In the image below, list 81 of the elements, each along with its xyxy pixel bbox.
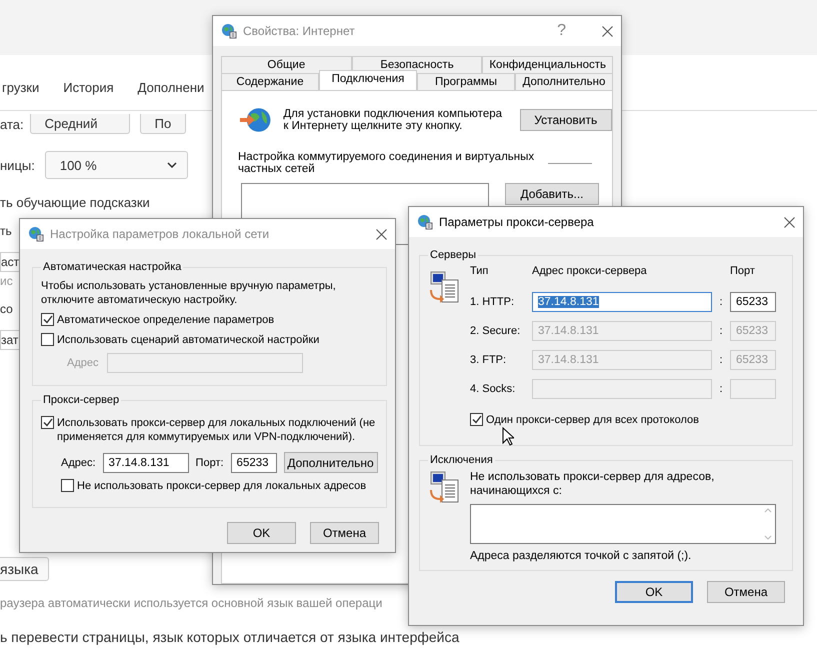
- setting-label: ата:: [0, 116, 24, 132]
- checkbox-label: Использовать прокси-сервер для локальных подключений (не применяется для коммутируемых или VPN-подключений).: [57, 416, 376, 444]
- separator-text: :: [718, 325, 724, 337]
- window-title: Свойства: Интернет: [243, 24, 356, 38]
- tab[interactable]: Безопасность: [352, 56, 482, 73]
- separator-text: :: [718, 296, 724, 308]
- group-title: Автоматическая настройка: [42, 261, 182, 273]
- help-button[interactable]: ?: [551, 22, 572, 40]
- internet-icon: [221, 23, 237, 39]
- ok-button[interactable]: OK: [227, 522, 296, 544]
- language-note: раузера автоматически используется основной язык вашей операци: [0, 596, 382, 610]
- close-icon[interactable]: [602, 26, 613, 36]
- zoom-dropdown[interactable]: 100 %: [44, 151, 188, 179]
- add-button[interactable]: Добавить...: [505, 183, 599, 205]
- port-field[interactable]: 65233: [730, 292, 776, 312]
- checkbox[interactable]: [470, 413, 483, 426]
- tab[interactable]: Содержание: [221, 73, 319, 90]
- tab[interactable]: Конфиденциальность: [482, 56, 614, 73]
- proxy-address-field[interactable]: 37.14.8.131: [532, 292, 712, 312]
- checkbox-label: Автоматическое определение параметров: [57, 313, 274, 327]
- advanced-button[interactable]: Дополнительно: [284, 452, 378, 473]
- tab[interactable]: Программы: [417, 73, 515, 90]
- setting-text: со: [0, 302, 14, 316]
- close-icon[interactable]: [784, 216, 795, 228]
- setup-button[interactable]: Установить: [520, 109, 612, 131]
- tab[interactable]: Дополнительно: [515, 73, 613, 90]
- field-label: Адрес:: [61, 456, 96, 468]
- ok-button[interactable]: OK: [615, 581, 693, 603]
- checkbox-label: Использовать сценарий автоматической настройки: [57, 333, 320, 347]
- mouse-pointer-icon: [502, 427, 514, 446]
- group-title: Исключения: [429, 454, 494, 466]
- option-label: ть обучающие подсказки: [0, 195, 151, 210]
- font-size-button[interactable]: Средний: [30, 114, 130, 134]
- protocol-label: 4. Socks:: [470, 383, 516, 395]
- address-field[interactable]: 37.14.8.131: [102, 452, 189, 472]
- close-icon[interactable]: [376, 228, 387, 240]
- tab[interactable]: Общие: [221, 56, 352, 73]
- window-title: Настройка параметров локальной сети: [50, 227, 270, 241]
- separator-text: :: [718, 354, 724, 366]
- field-label: Адрес: [67, 357, 98, 369]
- protocol-label: 3. FTP:: [470, 354, 508, 366]
- settings-tab[interactable]: Дополнени: [138, 80, 204, 110]
- column-header: Тип: [470, 265, 490, 279]
- field-label: Порт:: [196, 456, 224, 468]
- settings-tab[interactable]: грузки: [2, 80, 40, 110]
- network-icon: [28, 226, 44, 242]
- font-button[interactable]: По: [140, 114, 186, 134]
- window-title: Параметры прокси-сервера: [439, 215, 595, 229]
- setup-text: Для установки подключения компьютера к Интернету щелкните эту кнопку.: [283, 108, 504, 132]
- cancel-button[interactable]: Отмена: [707, 581, 785, 603]
- group-note: Чтобы использовать установленные вручную параметры, отключите автоматическую настройку.: [41, 279, 337, 307]
- port-field[interactable]: [730, 379, 776, 399]
- script-address-field[interactable]: [106, 353, 302, 373]
- separator-text: :: [718, 383, 724, 395]
- column-header: Адрес прокси-сервера: [532, 265, 648, 279]
- checkbox[interactable]: [41, 416, 54, 429]
- vpn-label: Настройка коммутируемого соединения и виртуальных частных сетей: [238, 151, 536, 175]
- language-button[interactable]: языка: [0, 557, 50, 581]
- protocol-label: 2. Secure:: [470, 325, 522, 337]
- port-field[interactable]: 65233: [230, 452, 277, 472]
- group-title: Прокси-сервер: [42, 394, 120, 406]
- exceptions-note: Не использовать прокси-сервер для адресов, начинающихся с:: [470, 470, 716, 498]
- protocol-label: 1. HTTP:: [470, 296, 516, 308]
- checkbox-label: Не использовать прокси-сервер для локальных адресов: [77, 479, 366, 493]
- setting-label: ницы:: [0, 158, 35, 172]
- checkbox-label: Один прокси-сервер для всех протоколов: [486, 413, 699, 427]
- network-icon: [417, 214, 433, 230]
- cancel-button[interactable]: Отмена: [310, 522, 379, 544]
- option-label: ь перевести страницы, язык которых отличается от языка интерфейса: [0, 629, 460, 645]
- checkbox[interactable]: [61, 479, 74, 492]
- checkbox[interactable]: [41, 313, 54, 326]
- globe-arrow-icon: [238, 105, 274, 135]
- setting-text: ть: [0, 224, 13, 238]
- exceptions-hint: Адреса разделяются точкой с запятой (;).: [470, 550, 692, 562]
- checkbox[interactable]: [41, 333, 54, 346]
- column-header: Порт: [730, 265, 756, 279]
- setting-text: ис: [0, 274, 14, 288]
- group-title: Серверы: [429, 249, 478, 261]
- tab[interactable]: Подключения: [319, 70, 417, 91]
- chevron-down-icon: [166, 162, 177, 168]
- settings-tab[interactable]: История: [63, 80, 114, 110]
